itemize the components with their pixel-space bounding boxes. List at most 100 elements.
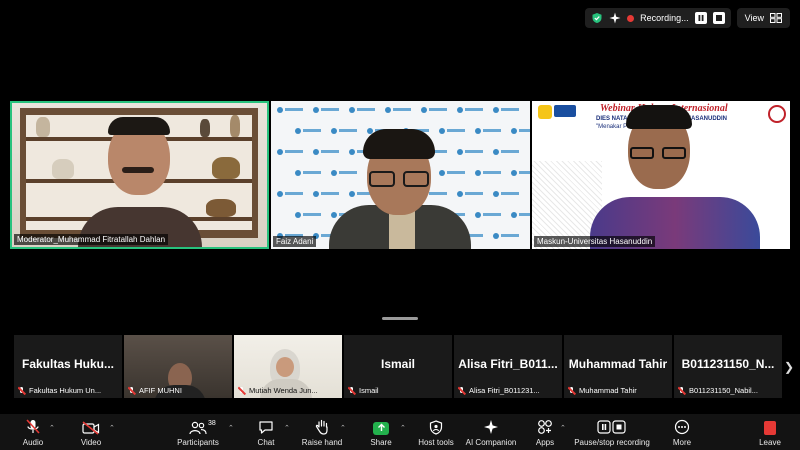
backdrop-logo xyxy=(385,107,411,113)
backdrop-logo xyxy=(277,191,303,197)
main-video-gallery: Moderator_Muhammad Fitratallah Dahlan Fa… xyxy=(10,101,790,249)
thumbnail-label: AFIF MUHNI xyxy=(139,386,182,395)
mic-muted-icon xyxy=(128,386,136,395)
recording-dot-icon xyxy=(627,14,635,22)
anniversary-badge xyxy=(768,105,786,123)
more-dots-icon xyxy=(674,419,690,435)
thumbnail-label: Muhammad Tahir xyxy=(579,386,637,395)
thumbnail-mutiah[interactable]: Mutiah Wenda Jun... xyxy=(234,335,342,398)
raise-hand-label: Raise hand xyxy=(301,438,343,447)
ai-companion-label: AI Companion xyxy=(465,438,517,447)
backdrop-logo xyxy=(313,191,339,197)
chevron-up-icon[interactable]: ⌃ xyxy=(400,424,406,432)
thumbnail-label: Fakultas Hukum Un... xyxy=(29,386,102,395)
thumbnail-label: Alisa Fitri_B011231... xyxy=(469,386,540,395)
meeting-toolbar: Audio ⌃ Video ⌃ Participants 38 ⌃ Chat ⌃… xyxy=(0,414,800,450)
pause-recording-icon[interactable] xyxy=(694,12,707,24)
host-tools-button[interactable]: Host tools xyxy=(416,414,456,450)
recording-pill: Recording... xyxy=(585,8,731,28)
leave-door-icon xyxy=(764,421,776,435)
share-label: Share xyxy=(370,438,392,447)
chevron-up-icon[interactable]: ⌃ xyxy=(49,424,55,432)
thumbnail-big-name: Ismail xyxy=(380,357,416,371)
thumbnail-label: B011231150_Nabil... xyxy=(689,386,758,395)
backdrop-logo xyxy=(457,191,483,197)
chevron-up-icon[interactable]: ⌃ xyxy=(560,424,566,432)
ai-companion-icon xyxy=(484,420,498,434)
thumbnail-big-name: B011231150_N... xyxy=(681,357,775,371)
mic-muted-icon xyxy=(18,386,26,395)
backdrop-logo xyxy=(349,107,375,113)
backdrop-logo xyxy=(493,191,519,197)
view-button[interactable]: View xyxy=(736,8,790,28)
backdrop-logo xyxy=(313,149,339,155)
apps-button[interactable]: Apps xyxy=(534,414,556,450)
backdrop-logo xyxy=(493,149,519,155)
participants-label: Participants xyxy=(177,438,219,447)
apps-label: Apps xyxy=(535,438,555,447)
chevron-up-icon[interactable]: ⌃ xyxy=(284,424,290,432)
video-tile-maskun[interactable]: Webinar Hukum Internasional DIES NATALIS… xyxy=(532,101,790,249)
backdrop-logo xyxy=(457,149,483,155)
raise-hand-icon xyxy=(315,419,328,435)
pause-stop-recording-button[interactable]: Pause/stop recording xyxy=(574,414,650,450)
backdrop-logo xyxy=(511,128,530,134)
thumbnail-ismail[interactable]: Ismail Ismail xyxy=(344,335,452,398)
raise-hand-button[interactable]: Raise hand xyxy=(300,414,344,450)
thumbnail-big-name: Alisa Fitri_B011... xyxy=(458,357,558,371)
thumbnail-strip: Fakultas Huku... Fakultas Hukum Un... AF… xyxy=(14,335,786,398)
backdrop-logo xyxy=(277,107,303,113)
leave-button[interactable]: Leave xyxy=(758,414,782,450)
thumbnail-big-name: Fakultas Huku... xyxy=(21,357,115,371)
vase xyxy=(200,119,210,137)
view-label: View xyxy=(744,13,764,23)
video-tile-moderator[interactable]: Moderator_Muhammad Fitratallah Dahlan xyxy=(10,101,269,249)
share-screen-icon xyxy=(373,422,389,435)
participants-button[interactable]: Participants xyxy=(172,414,224,450)
backdrop-logo xyxy=(295,170,321,176)
chat-button[interactable]: Chat xyxy=(252,414,280,450)
thumbnail-muhammad-tahir[interactable]: Muhammad Tahir Muhammad Tahir xyxy=(564,335,672,398)
thumbnail-fakultas[interactable]: Fakultas Huku... Fakultas Hukum Un... xyxy=(14,335,122,398)
vase xyxy=(230,115,240,137)
mic-muted-icon xyxy=(26,419,40,434)
mic-muted-icon xyxy=(678,386,686,395)
chevron-up-icon[interactable]: ⌃ xyxy=(228,424,234,432)
mic-muted-icon xyxy=(458,386,466,395)
thumbnail-afif[interactable]: AFIF MUHNI xyxy=(124,335,232,398)
backdrop-logo xyxy=(313,107,339,113)
shield-check-icon xyxy=(592,13,602,23)
share-button[interactable]: Share xyxy=(366,414,396,450)
backdrop-logo xyxy=(475,128,501,134)
thumbnail-label: Mutiah Wenda Jun... xyxy=(249,386,318,395)
backdrop-logo xyxy=(295,128,321,134)
more-button[interactable]: More xyxy=(670,414,694,450)
thumbnail-nabil[interactable]: B011231150_N... B011231150_Nabil... xyxy=(674,335,782,398)
stop-recording-icon[interactable] xyxy=(712,12,725,24)
thumbnail-label: Ismail xyxy=(359,386,379,395)
leave-label: Leave xyxy=(759,438,781,447)
resize-handle[interactable] xyxy=(382,317,418,320)
video-label: Video xyxy=(80,438,102,447)
shield-icon xyxy=(429,420,443,435)
backdrop-logo xyxy=(439,128,465,134)
chevron-right-icon[interactable]: ❯ xyxy=(784,360,794,374)
video-button[interactable]: Video xyxy=(76,414,106,450)
chevron-up-icon[interactable]: ⌃ xyxy=(340,424,346,432)
backdrop-logo xyxy=(493,233,519,239)
mic-muted-icon xyxy=(348,386,356,395)
chevron-up-icon[interactable]: ⌃ xyxy=(109,424,115,432)
video-tile-faiz[interactable]: Faiz Adani xyxy=(271,101,530,249)
ai-companion-button[interactable]: AI Companion xyxy=(464,414,518,450)
participant-name-tag: Faiz Adani xyxy=(273,236,317,247)
backdrop-logo xyxy=(331,128,357,134)
participant-name-tag: Moderator_Muhammad Fitratallah Dahlan xyxy=(14,234,169,245)
ai-sparkle-icon[interactable] xyxy=(609,12,621,24)
backdrop-logo xyxy=(277,149,303,155)
backdrop-logo xyxy=(511,212,530,218)
participants-count: 38 xyxy=(208,420,216,427)
backdrop-logo xyxy=(331,170,357,176)
audio-button[interactable]: Audio xyxy=(18,414,48,450)
top-status-bar: Recording... View xyxy=(585,8,790,28)
thumbnail-alisa[interactable]: Alisa Fitri_B011... Alisa Fitri_B011231.… xyxy=(454,335,562,398)
